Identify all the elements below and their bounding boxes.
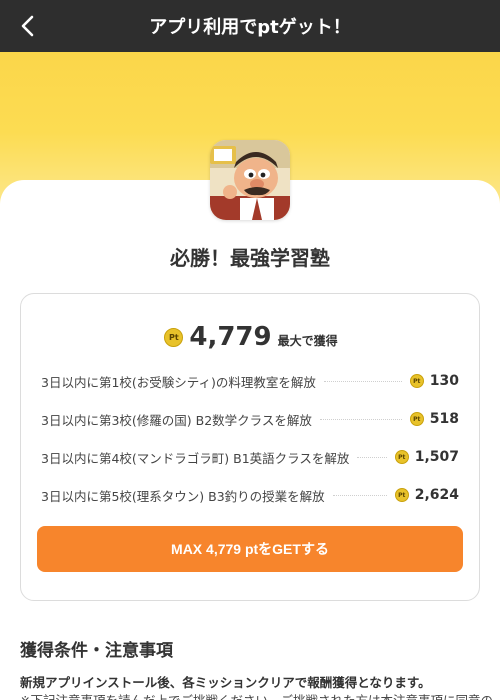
pt-coin-icon: Pt — [164, 327, 184, 347]
app-character-image — [210, 140, 290, 220]
mission-points: 2,624 — [414, 487, 459, 503]
mission-list: 3日以内に第1校(お受験シティ)の料理教室を解放 Pt 130 3日以内に第3校… — [41, 362, 459, 514]
back-button[interactable] — [10, 10, 44, 42]
mission-reward: Pt 130 — [409, 373, 459, 389]
conditions-text: 新規アプリインストール後、各ミッションクリアで報酬獲得となります。 — [20, 675, 431, 690]
conditions-title: 獲得条件・注意事項 — [20, 641, 173, 661]
mission-text: 3日以内に第5校(理系タウン) B3釣りの授業を解放 — [41, 488, 325, 504]
pt-coin-icon: Pt — [394, 488, 409, 502]
mission-points: 1,507 — [414, 449, 459, 465]
chevron-left-icon — [21, 15, 34, 37]
app-icon — [210, 140, 290, 220]
mission-reward: Pt 2,624 — [394, 487, 459, 503]
mission-text: 3日以内に第4校(マンドラゴラ町) B1英語クラスを解放 — [41, 450, 350, 466]
reward-card: Pt 4,779 最大で獲得 3日以内に第1校(お受験シティ)の料理教室を解放 … — [20, 293, 480, 601]
total-points-label: 最大で獲得 — [277, 334, 338, 348]
total-reward: Pt 4,779 最大で獲得 — [21, 322, 481, 352]
dotted-leader — [319, 418, 402, 420]
pt-coin-icon: Pt — [409, 374, 424, 388]
mission-text: 3日以内に第3校(修羅の国) B2数学クラスを解放 — [41, 412, 312, 428]
mission-text: 3日以内に第1校(お受験シティ)の料理教室を解放 — [41, 374, 316, 390]
mission-item: 3日以内に第3校(修羅の国) B2数学クラスを解放 Pt 518 — [41, 400, 459, 438]
mission-reward: Pt 1,507 — [394, 449, 459, 465]
top-bar: アプリ利用でptゲット！ — [0, 0, 500, 52]
page-title: アプリ利用でptゲット！ — [149, 17, 351, 38]
pt-coin-icon: Pt — [409, 412, 424, 426]
pt-coin-icon: Pt — [394, 450, 409, 464]
conditions-note: ※下記注意事項を読んだ上でご挑戦ください。ご挑戦された方は本注意事項に同意の — [20, 690, 493, 700]
get-points-button[interactable]: MAX 4,779 ptをGETする — [37, 526, 463, 572]
dotted-leader — [357, 456, 387, 458]
mission-item: 3日以内に第5校(理系タウン) B3釣りの授業を解放 Pt 2,624 — [41, 476, 459, 514]
dotted-leader — [332, 494, 387, 496]
mission-item: 3日以内に第4校(マンドラゴラ町) B1英語クラスを解放 Pt 1,507 — [41, 438, 459, 476]
mission-points: 518 — [429, 411, 459, 427]
mission-reward: Pt 518 — [409, 411, 459, 427]
app-name: 必勝！最強学習塾 — [170, 246, 330, 270]
mission-item: 3日以内に第1校(お受験シティ)の料理教室を解放 Pt 130 — [41, 362, 459, 400]
dotted-leader — [323, 380, 402, 382]
total-points: 4,779 — [189, 322, 272, 352]
mission-points: 130 — [429, 373, 459, 389]
